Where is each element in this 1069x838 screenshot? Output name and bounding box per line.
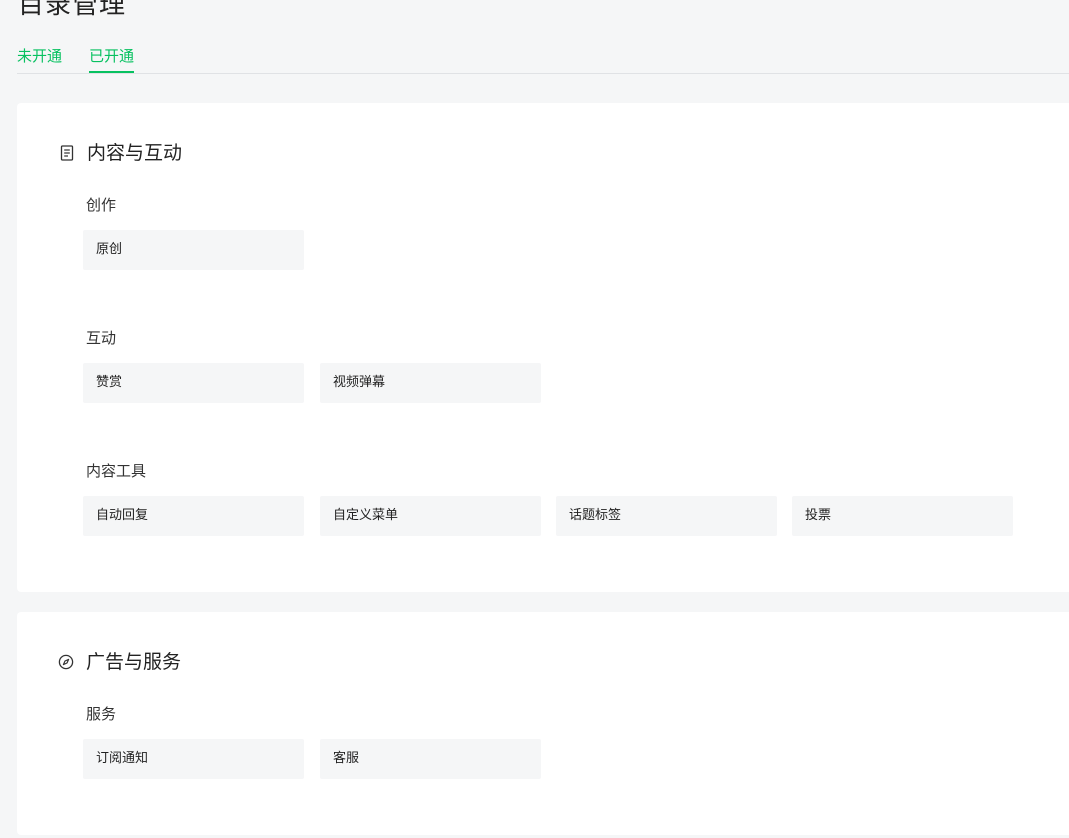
group-label-creation: 创作 xyxy=(86,196,117,214)
section-header: 内容与互动 xyxy=(59,141,182,165)
feature-reward[interactable]: 赞赏 xyxy=(83,363,304,403)
tab-unopened[interactable]: 未开通 xyxy=(17,44,62,72)
group-label-interaction: 互动 xyxy=(86,329,117,347)
tab-bar: 未开通 已开通 xyxy=(17,44,1069,74)
section-ads-services: 广告与服务 服务 订阅通知 客服 xyxy=(17,612,1069,835)
group-label-services: 服务 xyxy=(86,705,117,723)
page-title: 目录管理 xyxy=(18,0,127,20)
group-label-content-tools: 内容工具 xyxy=(86,462,147,480)
feature-vote[interactable]: 投票 xyxy=(792,496,1013,536)
section-header: 广告与服务 xyxy=(58,650,181,674)
section-title: 内容与互动 xyxy=(87,142,183,164)
feature-customer-service[interactable]: 客服 xyxy=(320,739,541,779)
feature-original[interactable]: 原创 xyxy=(83,230,304,270)
feature-topic-tags[interactable]: 话题标签 xyxy=(556,496,777,536)
section-title: 广告与服务 xyxy=(86,651,182,673)
feature-subscription-notice[interactable]: 订阅通知 xyxy=(83,739,304,779)
tab-opened[interactable]: 已开通 xyxy=(89,44,135,73)
section-content-interaction: 内容与互动 创作 原创 互动 赞赏 视频弹幕 内容工具 自动回复 自定义菜单 话… xyxy=(17,103,1069,592)
feature-video-danmaku[interactable]: 视频弹幕 xyxy=(320,363,541,403)
feature-custom-menu[interactable]: 自定义菜单 xyxy=(320,496,541,536)
feature-auto-reply[interactable]: 自动回复 xyxy=(83,496,304,536)
compass-icon xyxy=(58,654,74,670)
document-icon xyxy=(59,145,75,161)
